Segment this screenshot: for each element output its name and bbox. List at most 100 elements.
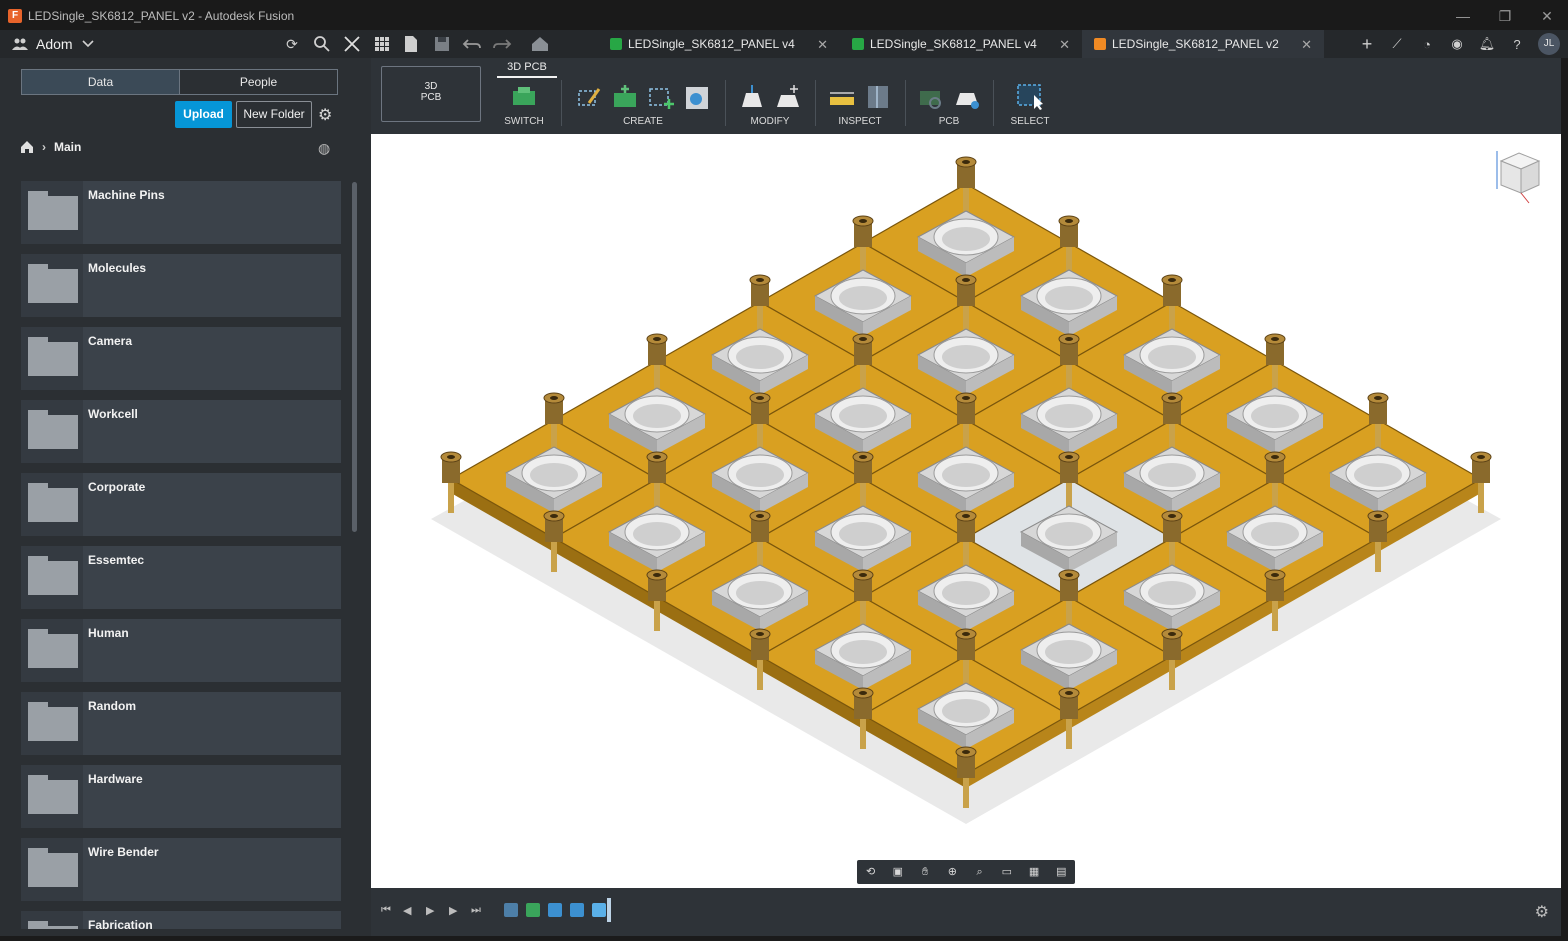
3d-viewport[interactable]: ⟲ ▣ ✋︎ ⊕ ⌕ ▭ ▦ ▤	[371, 134, 1561, 888]
team-selector[interactable]: Adom	[12, 36, 280, 52]
home-icon[interactable]	[20, 140, 34, 154]
tab-data[interactable]: Data	[22, 70, 179, 94]
play-icon[interactable]: ▶	[426, 904, 434, 917]
sketch-icon[interactable]	[575, 83, 603, 111]
grid-settings-icon[interactable]: ▦	[1025, 864, 1043, 880]
save-icon[interactable]	[430, 32, 454, 56]
window-select-icon[interactable]	[1016, 83, 1044, 111]
list-item[interactable]: Molecules	[21, 254, 341, 317]
job-status-icon[interactable]: ◔	[1412, 37, 1442, 52]
globe-icon[interactable]: ◍	[318, 140, 330, 157]
timeline-component-icon[interactable]	[570, 903, 584, 917]
divider	[815, 80, 816, 126]
switch-board-icon[interactable]	[510, 83, 538, 111]
led-die	[942, 699, 990, 723]
new-tab-button[interactable]: +	[1352, 34, 1382, 55]
list-item[interactable]: Wire Bender	[21, 838, 341, 901]
design-document-icon	[1094, 38, 1106, 50]
list-item[interactable]: Human	[21, 619, 341, 682]
gear-icon[interactable]: ⚙	[1535, 902, 1549, 922]
breadcrumb-main[interactable]: Main	[54, 140, 81, 154]
select-group[interactable]: SELECT	[1001, 82, 1059, 128]
viewcube[interactable]	[1493, 149, 1543, 205]
list-item[interactable]: Random	[21, 692, 341, 755]
folder-icon	[21, 400, 83, 463]
pcb-link-icon[interactable]	[917, 83, 945, 111]
pan-icon[interactable]: ✋︎	[916, 864, 934, 880]
list-item[interactable]: Hardware	[21, 765, 341, 828]
list-item[interactable]: Camera	[21, 327, 341, 390]
look-at-icon[interactable]: ▣	[889, 864, 907, 880]
pin-hole	[1271, 337, 1279, 341]
pcb-panel-model[interactable]	[371, 134, 1561, 888]
user-avatar[interactable]: JL	[1538, 33, 1560, 55]
extensions-icon[interactable]: ⟋	[1382, 36, 1412, 52]
create-board-icon[interactable]	[611, 83, 639, 111]
help-icon[interactable]: ?	[1502, 37, 1532, 52]
new-folder-button[interactable]: New Folder	[236, 101, 312, 128]
file-menu-icon[interactable]	[400, 32, 424, 56]
document-tab[interactable]: LEDSingle_SK6812_PANEL v4 ✕	[840, 30, 1082, 58]
workspace-switcher[interactable]: 3D PCB	[381, 66, 481, 122]
notifications-icon[interactable]: 🔔︎	[1472, 36, 1502, 52]
zoom-window-icon[interactable]: ⌕	[971, 864, 989, 880]
step-forward-icon[interactable]: ▶	[449, 904, 457, 917]
pin-hole	[1271, 455, 1279, 459]
modify-group[interactable]: MODIFY	[733, 82, 807, 128]
folder-name: Fabrication	[88, 918, 153, 929]
move-pins-icon[interactable]	[774, 83, 802, 111]
document-tab-active[interactable]: LEDSingle_SK6812_PANEL v2 ✕	[1082, 30, 1324, 58]
list-item[interactable]: Workcell	[21, 400, 341, 463]
maximize-button[interactable]: ❐	[1484, 0, 1526, 32]
measure-icon[interactable]	[828, 83, 856, 111]
search-icon[interactable]	[310, 32, 334, 56]
document-tab[interactable]: LEDSingle_SK6812_PANEL v4 ✕	[598, 30, 840, 58]
switch-group[interactable]: SWITCH	[495, 82, 553, 128]
zoom-icon[interactable]: ⊕	[943, 864, 961, 880]
divider	[561, 80, 562, 126]
viewports-icon[interactable]: ▤	[1052, 864, 1070, 880]
timeline-marker[interactable]	[607, 898, 611, 922]
home-icon[interactable]	[528, 32, 552, 56]
tab-3d-pcb[interactable]: 3D PCB	[497, 58, 557, 78]
go-to-end-icon[interactable]: ⏭	[471, 904, 481, 917]
close-tab-icon[interactable]: ✕	[1059, 37, 1070, 53]
list-item[interactable]: Fabrication	[21, 911, 341, 929]
close-tab-icon[interactable]: ✕	[1301, 37, 1312, 53]
outline-icon[interactable]	[647, 83, 675, 111]
list-item[interactable]: Essemtec	[21, 546, 341, 609]
display-settings-icon[interactable]: ▭	[998, 864, 1016, 880]
timeline-sketch-icon[interactable]	[504, 903, 518, 917]
timeline-component-icon[interactable]	[592, 903, 606, 917]
orbit-icon[interactable]: ⟲	[862, 864, 880, 880]
timeline-board-icon[interactable]	[526, 903, 540, 917]
minimize-button[interactable]: —	[1442, 0, 1484, 32]
close-window-button[interactable]: ✕	[1526, 0, 1568, 32]
timeline-component-icon[interactable]	[548, 903, 562, 917]
close-tab-icon[interactable]: ✕	[817, 37, 828, 53]
scrollbar[interactable]	[352, 182, 357, 532]
gear-icon[interactable]: ⚙	[318, 105, 332, 125]
component-icon[interactable]	[683, 83, 711, 111]
chevron-right-icon: ›	[42, 140, 46, 154]
close-data-panel-icon[interactable]	[340, 32, 364, 56]
list-item[interactable]: Corporate	[21, 473, 341, 536]
pcb-document-icon	[610, 38, 622, 50]
undo-icon[interactable]	[460, 32, 484, 56]
redo-icon[interactable]	[490, 32, 514, 56]
tab-people[interactable]: People	[179, 70, 337, 94]
refresh-icon[interactable]: ⟳	[280, 32, 304, 56]
upload-button[interactable]: Upload	[175, 101, 232, 128]
list-item[interactable]: Machine Pins	[21, 181, 341, 244]
step-back-icon[interactable]: ◀	[403, 904, 411, 917]
section-analysis-icon[interactable]	[864, 83, 892, 111]
online-status-icon[interactable]: ◉	[1442, 36, 1472, 52]
inspect-group[interactable]: INSPECT	[823, 82, 897, 128]
go-to-start-icon[interactable]: ⏮	[381, 904, 391, 917]
pull-icon[interactable]	[738, 83, 766, 111]
grid-apps-icon[interactable]	[370, 32, 394, 56]
pcb-group[interactable]: PCB	[913, 82, 985, 128]
create-group[interactable]: CREATE	[569, 82, 717, 128]
pcb-settings-icon[interactable]	[953, 83, 981, 111]
data-panel: Data People Upload New Folder ⚙ › Main ◍…	[0, 58, 371, 936]
